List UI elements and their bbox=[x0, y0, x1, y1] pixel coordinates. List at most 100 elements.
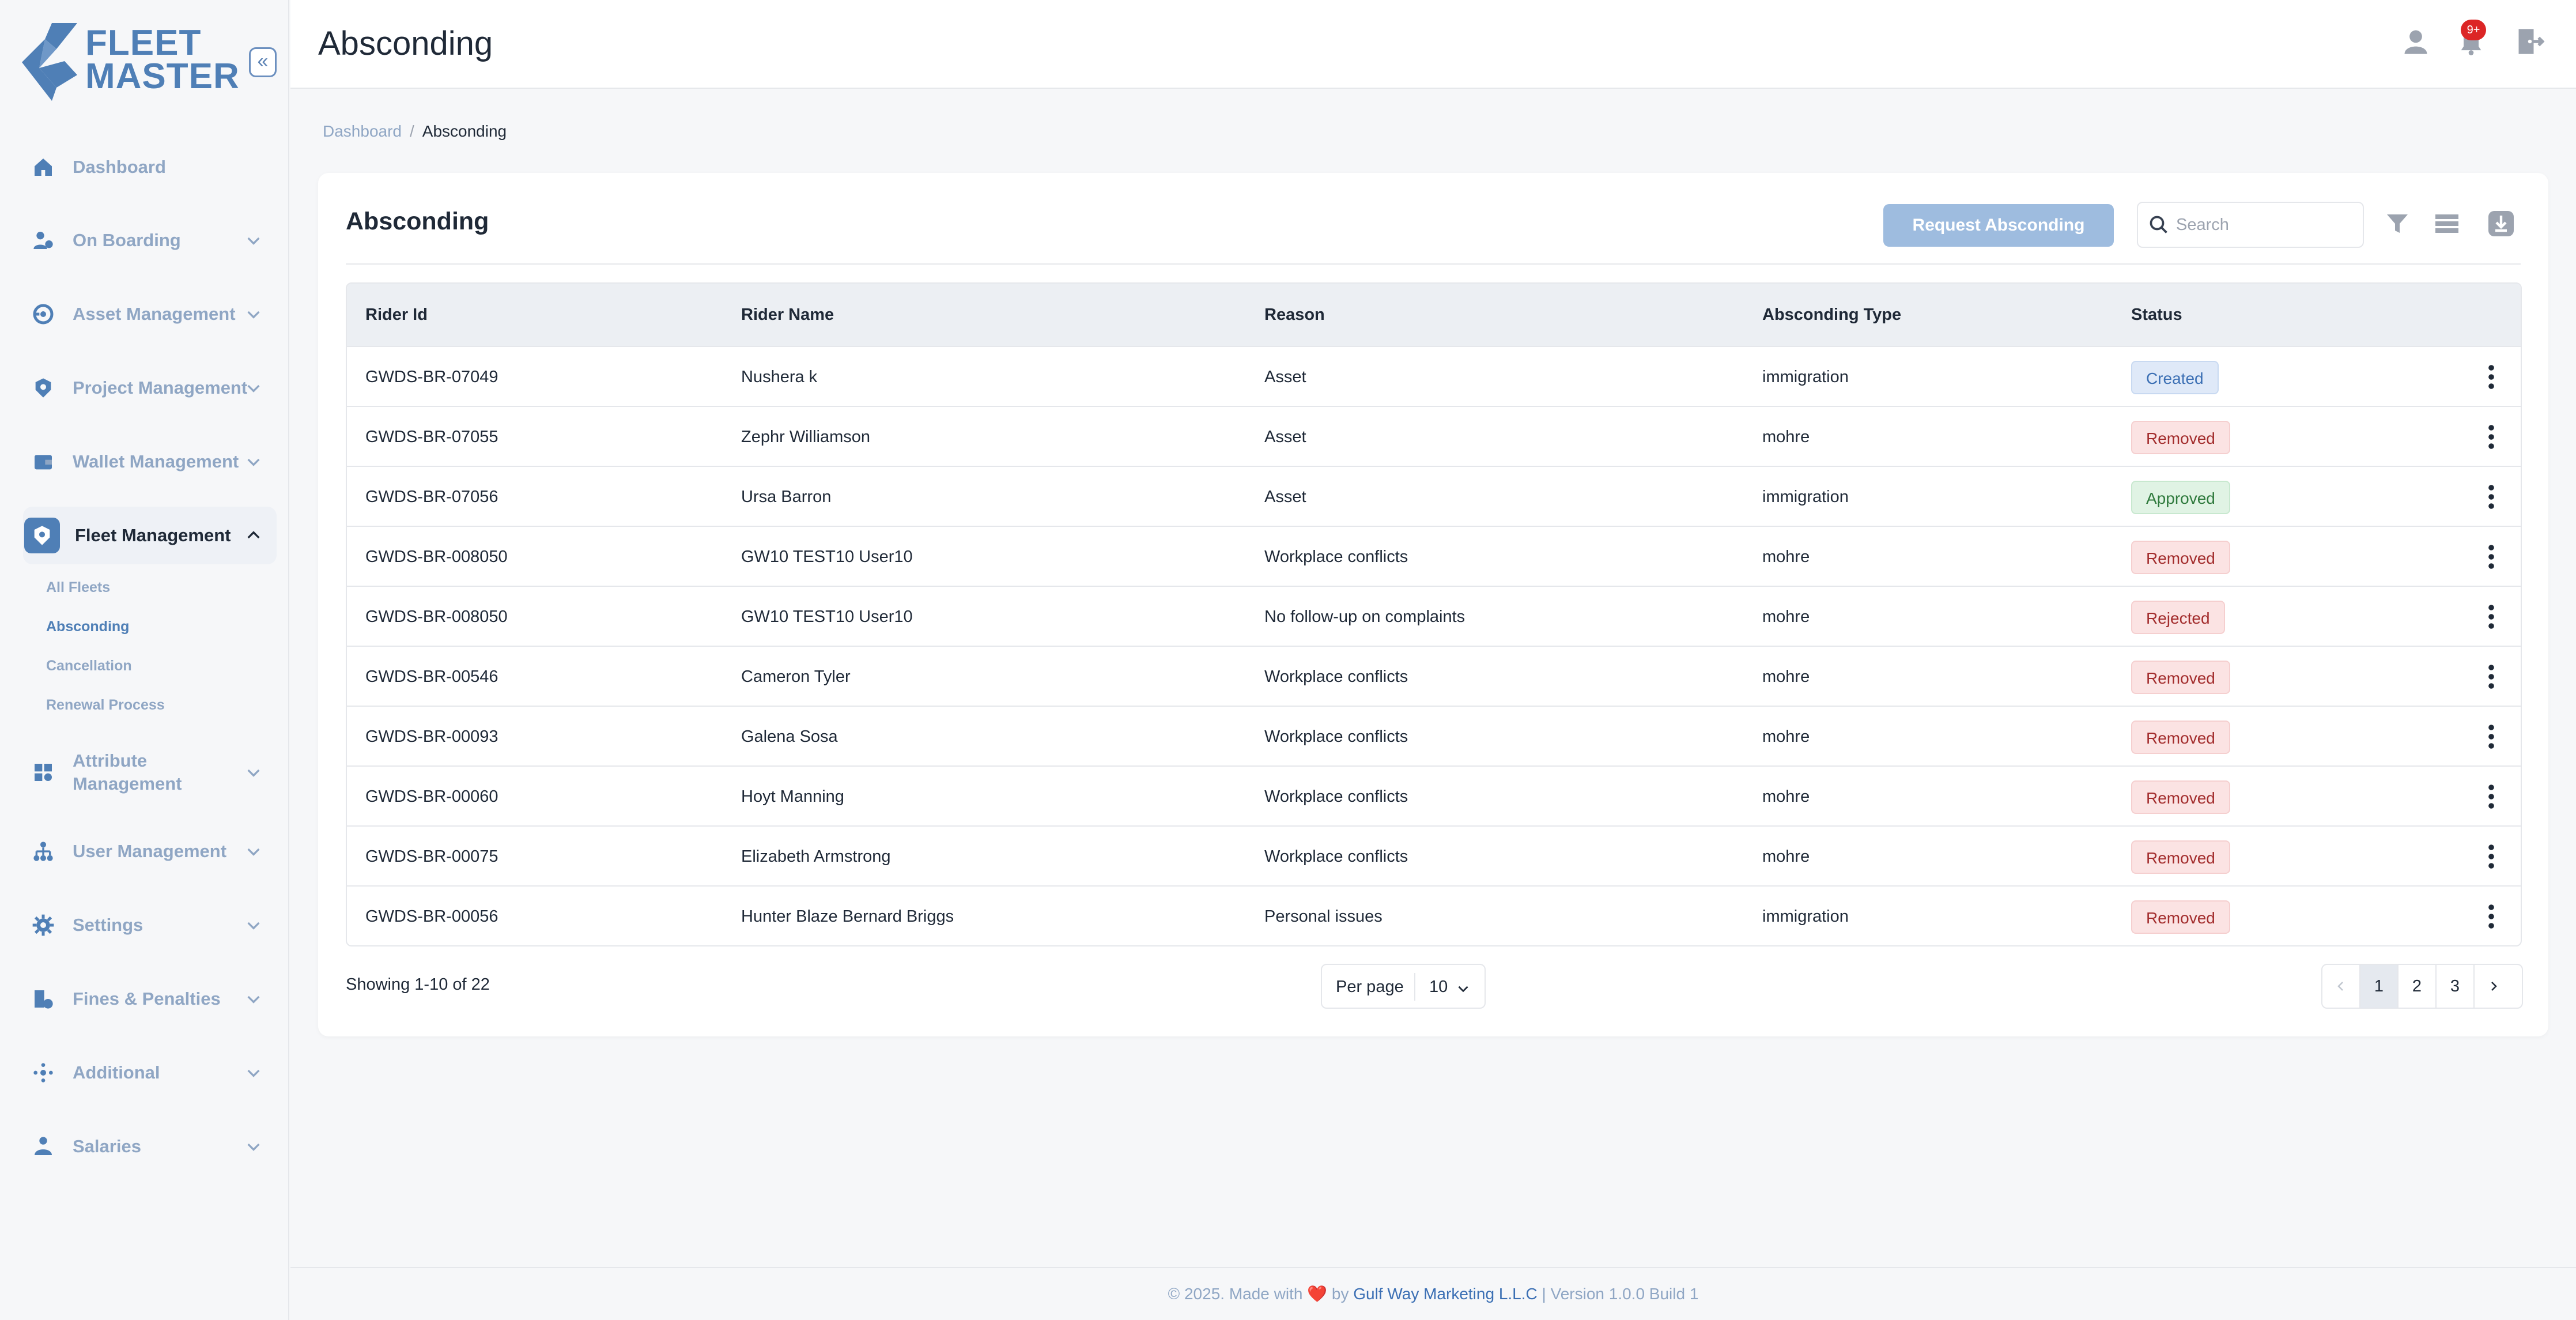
cell-rider-id: GWDS-BR-00060 bbox=[365, 787, 498, 806]
cell-absconding-type: immigration bbox=[1762, 907, 1849, 926]
column-header-absconding-type[interactable]: Absconding Type bbox=[1762, 306, 1901, 325]
table-row[interactable]: GWDS-BR-00075 Elizabeth Armstrong Workpl… bbox=[347, 827, 2521, 887]
per-page-label: Per page bbox=[1336, 978, 1404, 996]
pagination-page-2[interactable]: 2 bbox=[2399, 965, 2437, 1008]
collapse-sidebar-button[interactable]: « bbox=[249, 47, 277, 77]
table-row[interactable]: GWDS-BR-008050 GW10 TEST10 User10 No fol… bbox=[347, 587, 2521, 647]
table-row[interactable]: GWDS-BR-07049 Nushera k Asset immigratio… bbox=[347, 347, 2521, 407]
table-row[interactable]: GWDS-BR-008050 GW10 TEST10 User10 Workpl… bbox=[347, 527, 2521, 587]
row-actions-kebab-icon[interactable] bbox=[2483, 843, 2500, 870]
search-input[interactable] bbox=[2176, 215, 2349, 235]
row-actions-kebab-icon[interactable] bbox=[2483, 723, 2500, 750]
column-header-rider-name[interactable]: Rider Name bbox=[741, 306, 834, 325]
pagination-page-1[interactable]: 1 bbox=[2360, 965, 2399, 1008]
columns-icon[interactable] bbox=[2433, 210, 2461, 237]
fleet-icon bbox=[24, 518, 60, 553]
table-row[interactable]: GWDS-BR-00056 Hunter Blaze Bernard Brigg… bbox=[347, 887, 2521, 945]
sidebar-item-attribute-management[interactable]: Attribute Management bbox=[23, 744, 277, 801]
status-badge: Removed bbox=[2131, 661, 2230, 694]
row-actions-kebab-icon[interactable] bbox=[2483, 363, 2500, 391]
chevron-down-icon bbox=[247, 311, 260, 319]
sidebar-subitem-all-fleets[interactable]: All Fleets bbox=[46, 579, 110, 596]
cell-absconding-type: mohre bbox=[1762, 727, 1810, 746]
sidebar-item-label: Fleet Management bbox=[75, 525, 231, 545]
chevron-down-icon bbox=[1458, 986, 1468, 993]
cell-rider-name: Zephr Williamson bbox=[741, 428, 870, 446]
sidebar-item-project-management[interactable]: Project Management bbox=[23, 359, 277, 417]
user-tree-icon bbox=[29, 837, 58, 866]
additional-icon bbox=[29, 1058, 58, 1087]
logout-icon[interactable] bbox=[2515, 27, 2545, 56]
sidebar: FLEET MASTER « Dashboard On Boarding Ass… bbox=[0, 0, 289, 1320]
row-actions-kebab-icon[interactable] bbox=[2483, 543, 2500, 571]
sidebar-item-asset-management[interactable]: Asset Management bbox=[23, 285, 277, 343]
user-profile-icon[interactable] bbox=[2401, 27, 2431, 56]
table-header: Rider Id Rider Name Reason Absconding Ty… bbox=[347, 284, 2521, 347]
logo-text: FLEET MASTER bbox=[85, 25, 240, 96]
notification-badge: 9+ bbox=[2461, 20, 2486, 40]
gear-icon bbox=[29, 911, 58, 940]
chevron-down-icon bbox=[247, 1143, 260, 1151]
row-actions-kebab-icon[interactable] bbox=[2483, 603, 2500, 631]
sidebar-item-user-management[interactable]: User Management bbox=[23, 823, 277, 880]
fines-icon bbox=[29, 985, 58, 1013]
cell-rider-name: Hunter Blaze Bernard Briggs bbox=[741, 907, 954, 926]
sidebar-item-label: Asset Management bbox=[73, 304, 236, 324]
row-actions-kebab-icon[interactable] bbox=[2483, 903, 2500, 930]
request-absconding-button[interactable]: Request Absconding bbox=[1883, 204, 2114, 247]
sidebar-item-additional[interactable]: Additional bbox=[23, 1044, 277, 1102]
table-row[interactable]: GWDS-BR-07055 Zephr Williamson Asset moh… bbox=[347, 407, 2521, 467]
table-row[interactable]: GWDS-BR-07056 Ursa Barron Asset immigrat… bbox=[347, 467, 2521, 527]
cell-rider-name: GW10 TEST10 User10 bbox=[741, 548, 913, 566]
sidebar-item-dashboard[interactable]: Dashboard bbox=[23, 138, 277, 196]
asset-icon bbox=[29, 300, 58, 329]
cell-reason: Workplace conflicts bbox=[1264, 727, 1408, 746]
sidebar-subitem-absconding[interactable]: Absconding bbox=[46, 618, 129, 635]
logo-line-2: MASTER bbox=[85, 56, 240, 96]
cell-absconding-type: immigration bbox=[1762, 488, 1849, 506]
sidebar-item-fines-penalties[interactable]: Fines & Penalties bbox=[23, 970, 277, 1028]
cell-rider-id: GWDS-BR-008050 bbox=[365, 608, 508, 626]
search-icon bbox=[2150, 216, 2167, 233]
sidebar-subitem-renewal-process[interactable]: Renewal Process bbox=[46, 697, 165, 714]
cell-rider-id: GWDS-BR-00093 bbox=[365, 727, 498, 746]
chevron-down-icon bbox=[247, 769, 260, 777]
sidebar-item-salaries[interactable]: Salaries bbox=[23, 1118, 277, 1175]
cell-rider-name: Ursa Barron bbox=[741, 488, 832, 506]
row-actions-kebab-icon[interactable] bbox=[2483, 483, 2500, 511]
table-row[interactable]: GWDS-BR-00546 Cameron Tyler Workplace co… bbox=[347, 647, 2521, 707]
cell-reason: Asset bbox=[1264, 428, 1306, 446]
sidebar-item-settings[interactable]: Settings bbox=[23, 896, 277, 954]
row-actions-kebab-icon[interactable] bbox=[2483, 663, 2500, 691]
page-title: Absconding bbox=[318, 25, 493, 62]
column-header-status[interactable]: Status bbox=[2131, 306, 2182, 325]
breadcrumb-current: Absconding bbox=[422, 122, 507, 140]
per-page-select[interactable]: Per page 10 bbox=[1321, 964, 1486, 1009]
chevron-down-icon bbox=[247, 458, 260, 466]
row-actions-kebab-icon[interactable] bbox=[2483, 783, 2500, 810]
download-icon[interactable] bbox=[2487, 210, 2515, 237]
table-row[interactable]: GWDS-BR-00060 Hoyt Manning Workplace con… bbox=[347, 767, 2521, 827]
chevron-down-icon bbox=[247, 1069, 260, 1077]
breadcrumb-dashboard-link[interactable]: Dashboard bbox=[323, 122, 402, 140]
column-header-reason[interactable]: Reason bbox=[1264, 306, 1325, 325]
cell-rider-id: GWDS-BR-008050 bbox=[365, 548, 508, 566]
cell-absconding-type: mohre bbox=[1762, 667, 1810, 686]
footer-company-link[interactable]: Gulf Way Marketing L.L.C bbox=[1353, 1285, 1538, 1303]
row-actions-kebab-icon[interactable] bbox=[2483, 423, 2500, 451]
pagination-prev-button[interactable] bbox=[2322, 965, 2360, 1008]
pagination-page-3[interactable]: 3 bbox=[2437, 965, 2475, 1008]
sidebar-item-label: Wallet Management bbox=[73, 451, 239, 472]
pagination-next-button[interactable] bbox=[2475, 965, 2513, 1008]
filter-icon[interactable] bbox=[2384, 210, 2411, 237]
app-logo[interactable]: FLEET MASTER bbox=[22, 23, 241, 104]
sidebar-item-wallet-management[interactable]: Wallet Management bbox=[23, 433, 277, 491]
table-row[interactable]: GWDS-BR-00093 Galena Sosa Workplace conf… bbox=[347, 707, 2521, 767]
sidebar-item-on-boarding[interactable]: On Boarding bbox=[23, 212, 277, 269]
sidebar-item-fleet-management[interactable]: Fleet Management bbox=[23, 507, 277, 564]
sidebar-subitem-cancellation[interactable]: Cancellation bbox=[46, 658, 132, 674]
cell-rider-id: GWDS-BR-07055 bbox=[365, 428, 498, 446]
absconding-table: Rider Id Rider Name Reason Absconding Ty… bbox=[346, 282, 2522, 946]
heart-icon: ❤️ bbox=[1307, 1285, 1328, 1303]
column-header-rider-id[interactable]: Rider Id bbox=[365, 306, 428, 325]
